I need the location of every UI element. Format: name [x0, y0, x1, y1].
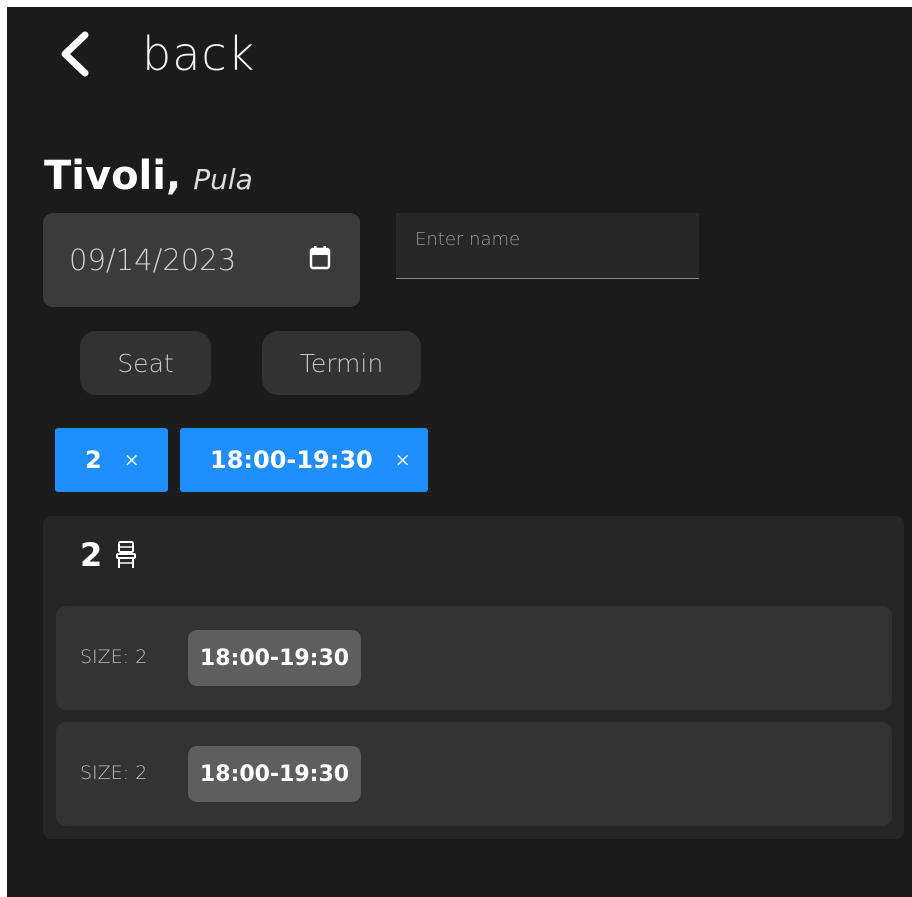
- chevron-left-icon: [61, 31, 89, 77]
- time-filter-chip: 18:00-19:30 ×: [180, 428, 428, 492]
- name-field[interactable]: [396, 213, 699, 279]
- termin-filter-button[interactable]: Termin: [262, 331, 421, 395]
- page-title: Tivoli , Pula: [44, 153, 253, 199]
- reservation-slot[interactable]: SIZE: 2 18:00-19:30: [56, 606, 892, 710]
- date-value: 09/14/2023: [69, 243, 237, 277]
- close-icon[interactable]: ×: [395, 449, 411, 471]
- chip-label: 18:00-19:30: [210, 446, 373, 474]
- results-panel: 2 SIZE: 2 18:00-19:30 SIZE: 2 18:00-19:3…: [43, 516, 904, 839]
- app-screen: back Tivoli , Pula 09/14/2023 Seat Termi…: [7, 7, 912, 897]
- slot-size-label: SIZE: 2: [80, 762, 148, 784]
- back-label: back: [142, 27, 256, 81]
- venue-name: Tivoli: [44, 153, 166, 199]
- back-button[interactable]: back: [57, 27, 255, 81]
- chair-icon: [116, 541, 137, 568]
- calendar-icon[interactable]: [309, 246, 331, 270]
- seat-count: 2: [80, 536, 103, 574]
- venue-city: Pula: [193, 163, 253, 196]
- slot-time-badge[interactable]: 18:00-19:30: [188, 746, 361, 802]
- reservation-slot[interactable]: SIZE: 2 18:00-19:30: [56, 722, 892, 826]
- seat-filter-chip: 2 ×: [55, 428, 168, 492]
- date-input[interactable]: 09/14/2023: [43, 213, 360, 307]
- slot-size-label: SIZE: 2: [80, 646, 148, 668]
- chip-label: 2: [85, 446, 102, 474]
- seat-filter-button[interactable]: Seat: [80, 331, 211, 395]
- close-icon[interactable]: ×: [124, 449, 140, 471]
- slot-time-badge[interactable]: 18:00-19:30: [188, 630, 361, 686]
- name-input[interactable]: [396, 213, 699, 278]
- venue-comma: ,: [165, 153, 182, 199]
- results-header: 2: [80, 536, 137, 574]
